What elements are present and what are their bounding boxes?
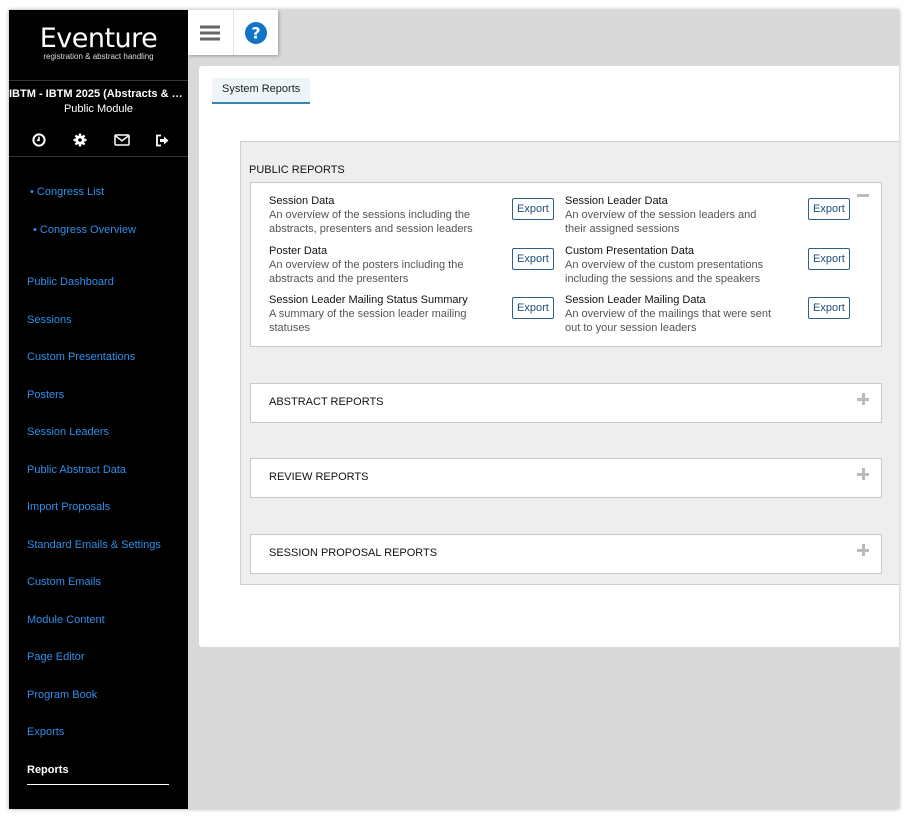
- report-description: An overview of the session leaders and t…: [565, 209, 757, 235]
- sidebar-item-session-leaders[interactable]: Session Leaders: [27, 426, 109, 438]
- sidebar-item-public-dashboard[interactable]: Public Dashboard: [27, 276, 114, 288]
- module-name: Public Module: [63, 103, 134, 115]
- sidebar-item-congress-overview[interactable]: • Congress Overview: [33, 224, 136, 236]
- report-session-data: Session Data An overview of the sessions…: [269, 195, 559, 236]
- sidebar-icon-bar: [29, 130, 173, 150]
- divider: [9, 80, 188, 81]
- logo-tagline: registration & abstract handling: [43, 52, 154, 61]
- hamburger-menu-icon[interactable]: [188, 10, 234, 55]
- sidebar-item-public-abstract-data[interactable]: Public Abstract Data: [27, 464, 126, 476]
- export-button[interactable]: Export: [512, 248, 554, 270]
- app-window: Eventure registration & abstract handlin…: [9, 10, 899, 809]
- sidebar-item-page-editor[interactable]: Page Editor: [27, 651, 84, 663]
- sidebar-item-custom-emails[interactable]: Custom Emails: [27, 576, 101, 588]
- sidebar: Eventure registration & abstract handlin…: [9, 10, 188, 809]
- session-proposal-reports-panel[interactable]: SESSION PROPOSAL REPORTS: [250, 534, 882, 574]
- review-reports-panel[interactable]: REVIEW REPORTS: [250, 458, 882, 498]
- logo-text: Eventure: [39, 23, 158, 54]
- reports-container: PUBLIC REPORTS Session Data An overview …: [240, 141, 899, 585]
- sidebar-item-exports[interactable]: Exports: [27, 726, 64, 738]
- public-reports-panel: Session Data An overview of the sessions…: [250, 182, 882, 347]
- divider: [9, 156, 188, 157]
- report-description: A summary of the session leader mailing …: [269, 308, 467, 334]
- event-title: IBTM - IBTM 2025 (Abstracts & Par...: [9, 88, 188, 100]
- sidebar-item-posters[interactable]: Posters: [27, 389, 64, 401]
- help-icon[interactable]: ?: [234, 10, 279, 55]
- sidebar-item-congress-list[interactable]: • Congress List: [30, 186, 104, 198]
- gear-icon[interactable]: [70, 130, 90, 150]
- collapse-icon[interactable]: [857, 189, 869, 201]
- sidebar-item-sessions[interactable]: Sessions: [27, 314, 72, 326]
- report-session-leader-mailing-status-summary: Session Leader Mailing Status Summary A …: [269, 294, 559, 335]
- report-description: An overview of the posters including the…: [269, 259, 464, 285]
- session-proposal-reports-title: SESSION PROPOSAL REPORTS: [269, 547, 438, 559]
- report-session-leader-mailing-data: Session Leader Mailing Data An overview …: [565, 294, 855, 335]
- sidebar-item-standard-emails-settings[interactable]: Standard Emails & Settings: [27, 539, 161, 551]
- public-reports-title: PUBLIC REPORTS: [249, 164, 345, 176]
- report-description: An overview of the mailings that were se…: [565, 308, 772, 334]
- report-poster-data: Poster Data An overview of the posters i…: [269, 245, 559, 286]
- sidebar-item-import-proposals[interactable]: Import Proposals: [27, 501, 110, 513]
- export-button[interactable]: Export: [808, 297, 850, 319]
- main-card: System Reports PUBLIC REPORTS Session Da…: [199, 66, 899, 647]
- export-button[interactable]: Export: [512, 297, 554, 319]
- export-button[interactable]: Export: [808, 198, 850, 220]
- report-description: An overview of the custom presentations …: [565, 259, 764, 285]
- top-toolbar: ?: [188, 10, 278, 55]
- sidebar-item-module-content[interactable]: Module Content: [27, 614, 105, 626]
- active-item-underline: [27, 784, 169, 785]
- export-button[interactable]: Export: [512, 198, 554, 220]
- logout-icon[interactable]: [153, 130, 173, 150]
- sidebar-item-custom-presentations[interactable]: Custom Presentations: [27, 351, 135, 363]
- svg-text:?: ?: [251, 23, 260, 42]
- report-description: An overview of the sessions including th…: [269, 209, 473, 235]
- tab-system-reports[interactable]: System Reports: [212, 78, 311, 104]
- export-button[interactable]: Export: [808, 248, 850, 270]
- expand-icon[interactable]: [857, 393, 869, 405]
- clock-icon[interactable]: [29, 130, 49, 150]
- expand-icon[interactable]: [857, 468, 869, 480]
- review-reports-title: REVIEW REPORTS: [269, 471, 369, 483]
- sidebar-item-program-book[interactable]: Program Book: [27, 689, 97, 701]
- sidebar-item-reports[interactable]: Reports: [27, 764, 69, 776]
- report-custom-presentation-data: Custom Presentation Data An overview of …: [565, 245, 855, 286]
- abstract-reports-panel[interactable]: ABSTRACT REPORTS: [250, 383, 882, 423]
- abstract-reports-title: ABSTRACT REPORTS: [269, 396, 384, 408]
- envelope-icon[interactable]: [112, 130, 132, 150]
- expand-icon[interactable]: [857, 544, 869, 556]
- logo: Eventure registration & abstract handlin…: [9, 23, 188, 62]
- report-session-leader-data: Session Leader Data An overview of the s…: [565, 195, 855, 236]
